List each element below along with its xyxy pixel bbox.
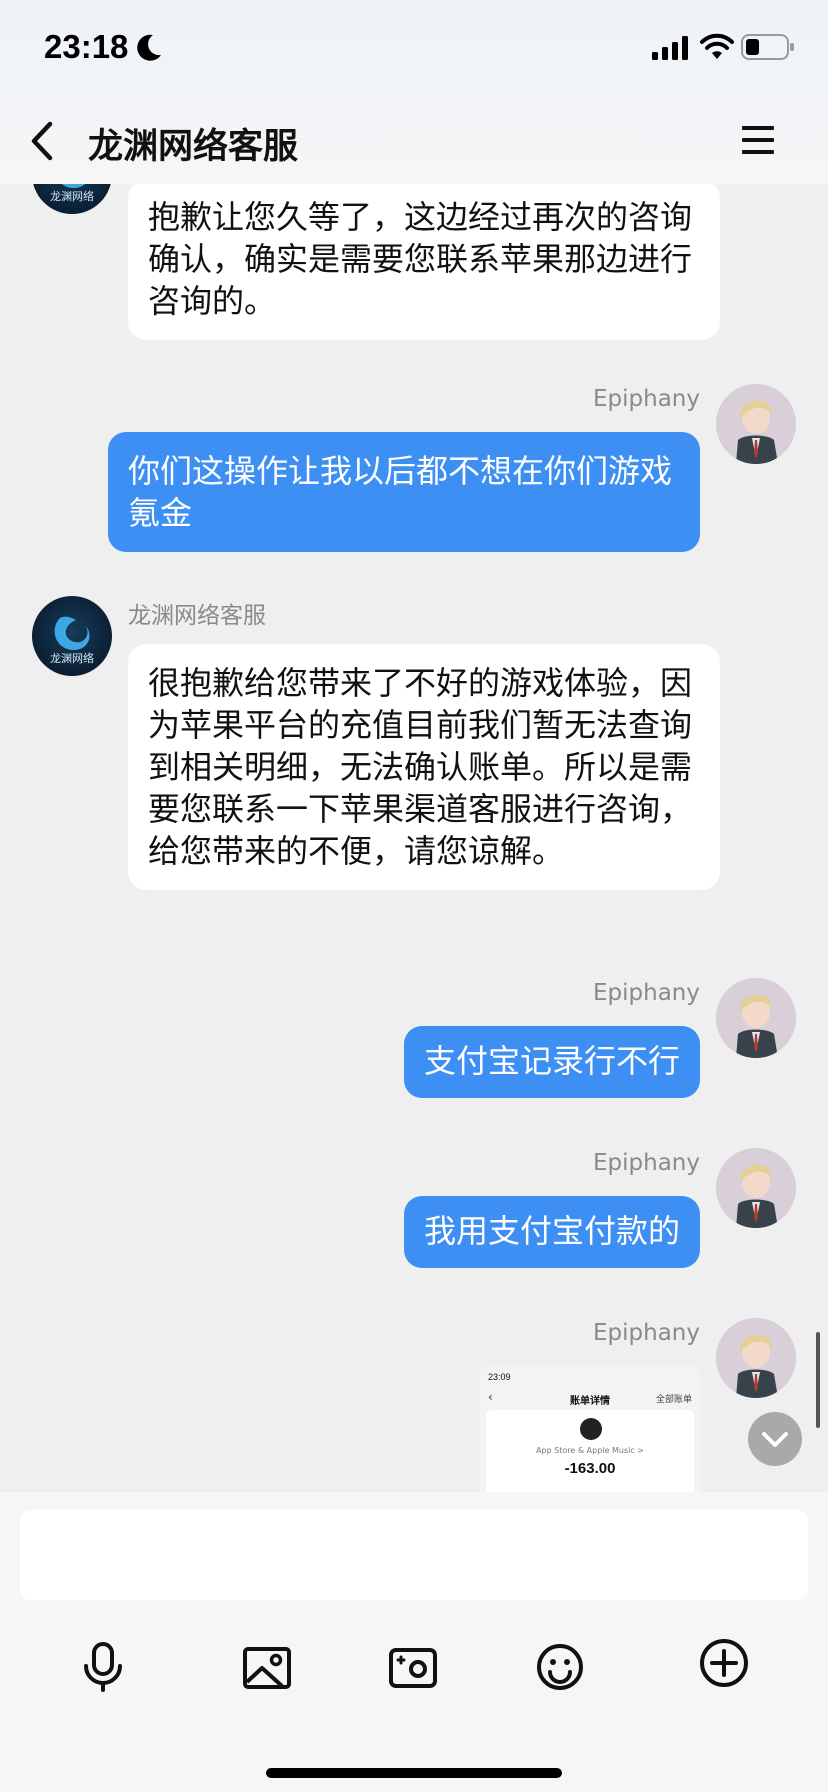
menu-icon[interactable]: [740, 124, 776, 156]
message-input[interactable]: [20, 1510, 808, 1600]
sender-name: 龙渊网络客服: [128, 603, 266, 629]
microphone-icon[interactable]: [78, 1642, 128, 1692]
sender-name: Epiphany: [593, 980, 700, 1006]
battery-icon: [741, 34, 794, 60]
user-avatar[interactable]: [716, 1318, 796, 1398]
scrollbar[interactable]: [816, 1332, 820, 1428]
image-all-bills: 全部账单: [655, 1395, 692, 1405]
message-text: 很抱歉给您带来了不好的游戏体验，因为苹果平台的充值目前我们暂无法查询到相关明细，…: [148, 664, 693, 870]
sender-name: Epiphany: [593, 1150, 700, 1176]
message-text: 抱歉让您久等了，这边经过再次的咨询确认，确实是需要您联系苹果那边进行咨询的。: [148, 198, 693, 320]
camera-icon[interactable]: [388, 1642, 438, 1692]
user-avatar[interactable]: [716, 978, 796, 1058]
message-text: 我用支付宝付款的: [423, 1212, 680, 1250]
sender-name: Epiphany: [593, 1320, 700, 1346]
svg-text:龙渊网络: 龙渊网络: [50, 189, 94, 203]
apple-icon: [580, 1418, 602, 1440]
input-area: [0, 1492, 828, 1792]
svg-text:龙渊网络: 龙渊网络: [50, 651, 94, 665]
image-icon[interactable]: [242, 1642, 292, 1692]
moon-icon: [137, 34, 161, 61]
plus-icon[interactable]: [699, 1638, 749, 1688]
message-bubble[interactable]: 我用支付宝付款的: [403, 1196, 700, 1268]
user-avatar[interactable]: [716, 384, 796, 464]
user-avatar-image: [716, 1318, 796, 1398]
emoji-icon[interactable]: [535, 1642, 585, 1692]
top-bar: 23:18 龙渊网络客服: [0, 0, 828, 184]
home-indicator: [266, 1768, 562, 1778]
image-merchant: App Store & Apple Music >: [536, 1446, 644, 1455]
agent-avatar[interactable]: 龙渊网络: [32, 184, 112, 214]
scroll-to-bottom-button[interactable]: [748, 1412, 802, 1466]
sender-name: Epiphany: [593, 386, 700, 412]
user-avatar-image: [716, 1148, 796, 1228]
chat-area[interactable]: 龙渊网络 抱歉让您久等了，这边经过再次的咨询确认，确实是需要您联系苹果那边进行咨…: [0, 184, 828, 1492]
message-bubble[interactable]: 抱歉让您久等了，这边经过再次的咨询确认，确实是需要您联系苹果那边进行咨询的。: [128, 184, 720, 340]
message-bubble[interactable]: 很抱歉给您带来了不好的游戏体验，因为苹果平台的充值目前我们暂无法查询到相关明细，…: [128, 644, 720, 890]
agent-logo-icon: 龙渊网络: [50, 616, 94, 665]
signal-icon: [652, 36, 688, 60]
message-text: 你们这操作让我以后都不想在你们游戏氪金: [128, 452, 673, 532]
image-amount: -163.00: [564, 1460, 616, 1477]
image-message[interactable]: 23:09 ‹ 账单详情 全部账单 App Store & Apple Musi…: [480, 1366, 700, 1492]
message-bubble[interactable]: 你们这操作让我以后都不想在你们游戏氪金: [108, 432, 700, 552]
chevron-down-icon: [762, 1432, 788, 1447]
user-avatar-image: [716, 384, 796, 464]
message-text: 支付宝记录行不行: [423, 1042, 680, 1080]
status-time: 23:18: [44, 28, 129, 65]
agent-avatar[interactable]: 龙渊网络: [32, 596, 112, 676]
user-avatar-image: [716, 978, 796, 1058]
wifi-icon: [700, 33, 734, 59]
image-bill-card: App Store & Apple Music > -163.00: [486, 1410, 694, 1492]
back-icon[interactable]: [26, 118, 60, 164]
message-bubble[interactable]: 支付宝记录行不行: [403, 1026, 700, 1098]
agent-logo-icon: 龙渊网络: [50, 184, 94, 203]
image-status-time: 23:09: [488, 1372, 511, 1382]
user-avatar[interactable]: [716, 1148, 796, 1228]
page-title: 龙渊网络客服: [88, 127, 299, 167]
